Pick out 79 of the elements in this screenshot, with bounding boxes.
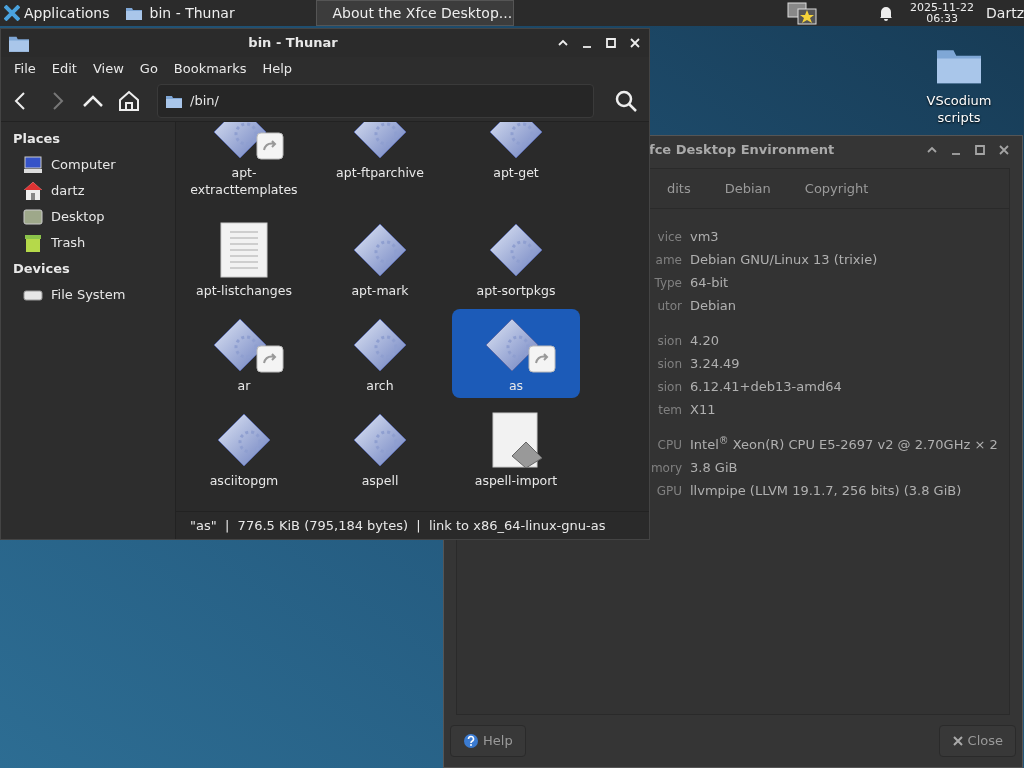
user-name[interactable]: Dartz (986, 2, 1024, 24)
menu-item[interactable]: Bookmarks (165, 57, 255, 81)
menu-item[interactable]: View (84, 57, 132, 81)
menu-item[interactable]: Edit (43, 57, 85, 81)
clock[interactable]: 2025-11-22 06:33 (910, 2, 975, 24)
search-icon[interactable] (614, 89, 638, 113)
sidebar-item[interactable]: File System (13, 282, 163, 308)
sidebar-item[interactable]: Trash (13, 230, 163, 256)
info-label: ame (655, 251, 682, 269)
info-value: X11 (690, 400, 716, 419)
icon-tile[interactable]: aspell-import (452, 404, 580, 493)
maximize-icon[interactable] (974, 144, 986, 156)
close-icon[interactable] (629, 37, 641, 49)
help-icon (463, 733, 479, 749)
info-label: sion (657, 332, 682, 350)
dialog-tab[interactable]: dits (650, 169, 708, 208)
info-value: Intel$^{®}$ Xeon(R) CPU E5-2697 v2 @ 2.70GHz × 2 (690, 434, 998, 454)
info-value: llvmpipe (LLVM 19.1.7, 256 bits) (3.8 GiB) (690, 481, 962, 500)
applications-menu-button[interactable]: Applications (0, 0, 114, 26)
info-value: Debian GNU/Linux 13 (trixie) (690, 250, 878, 269)
trash-icon (23, 233, 43, 253)
icon-tile[interactable]: apt-ftparchive (316, 122, 444, 185)
icon-tile[interactable]: aspell (316, 404, 444, 493)
window-title: bin - Thunar (247, 34, 339, 53)
close-icon[interactable] (998, 144, 1010, 156)
icon-tile[interactable]: apt-sortpkgs (452, 214, 580, 303)
icon-tile[interactable]: arch (316, 309, 444, 398)
sidebar-item[interactable]: dartz (13, 178, 163, 204)
location-field[interactable]: /bin/ (157, 84, 594, 118)
info-label: tem (658, 401, 682, 419)
close-button[interactable]: Close (938, 725, 1016, 757)
info-value: 4.20 (690, 331, 719, 350)
menu-item[interactable]: Go (131, 57, 166, 81)
menu-item[interactable]: Help (254, 57, 301, 81)
icon-tile[interactable]: ar (180, 309, 308, 398)
info-label: Type (654, 274, 682, 292)
info-value: vm3 (690, 227, 719, 246)
taskbar-task[interactable]: About the Xfce Desktop... (315, 0, 514, 26)
home-icon (23, 181, 43, 201)
icon-tile[interactable]: apt-get (452, 122, 580, 185)
sidebar-heading: Places (13, 130, 62, 149)
icon-tile[interactable]: as (452, 309, 580, 398)
dialog-tab[interactable]: Copyright (787, 169, 886, 208)
xfce-logo-icon (4, 5, 20, 21)
icon-tile[interactable]: apt-extracttemplates (180, 122, 308, 202)
folder-icon (166, 93, 182, 109)
info-value: 64-bit (690, 273, 729, 292)
icon-tile[interactable]: apt-mark (316, 214, 444, 303)
home-icon[interactable] (117, 89, 141, 113)
desktop-icon (23, 207, 43, 227)
sidebar-item[interactable]: Computer (13, 152, 163, 178)
info-value: Debian (690, 296, 737, 315)
text-file-icon (220, 222, 268, 278)
info-label: utor (657, 297, 682, 315)
dialog-tab[interactable]: Debian (707, 169, 788, 208)
notification-bell-icon[interactable] (878, 5, 895, 21)
info-label: GPU (656, 482, 682, 500)
folder-icon (125, 5, 142, 21)
info-label: sion (657, 378, 682, 396)
info-value: 6.12.41+deb13-amd64 (690, 377, 842, 396)
desktop-icon-label[interactable]: VScodium scripts (915, 92, 1003, 126)
sidebar-item[interactable]: Desktop (13, 204, 163, 230)
info-label: vice (657, 228, 682, 246)
info-value: 3.24.49 (690, 354, 740, 373)
taskbar-task[interactable]: bin - Thunar (117, 0, 316, 26)
icon-tile[interactable]: asciitopgm (180, 404, 308, 493)
info-label: sion (657, 355, 682, 373)
window-title: fce Desktop Environment (649, 141, 835, 160)
info-value: 3.8 GiB (690, 458, 738, 477)
close-icon (951, 735, 964, 747)
icon-tile[interactable]: apt-listchanges (180, 214, 308, 303)
computer-icon (23, 155, 43, 175)
help-button[interactable]: Help (450, 725, 526, 757)
maximize-icon[interactable] (605, 37, 617, 49)
status-bar-text: "as" | 776.5 KiB (795,184 bytes) | link to x86_64-linux-gnu-as (190, 516, 606, 535)
info-label: CPU (657, 436, 682, 454)
sidebar-heading: Devices (13, 260, 71, 279)
info-label: mory (650, 459, 682, 477)
menu-item[interactable]: File (6, 57, 44, 81)
